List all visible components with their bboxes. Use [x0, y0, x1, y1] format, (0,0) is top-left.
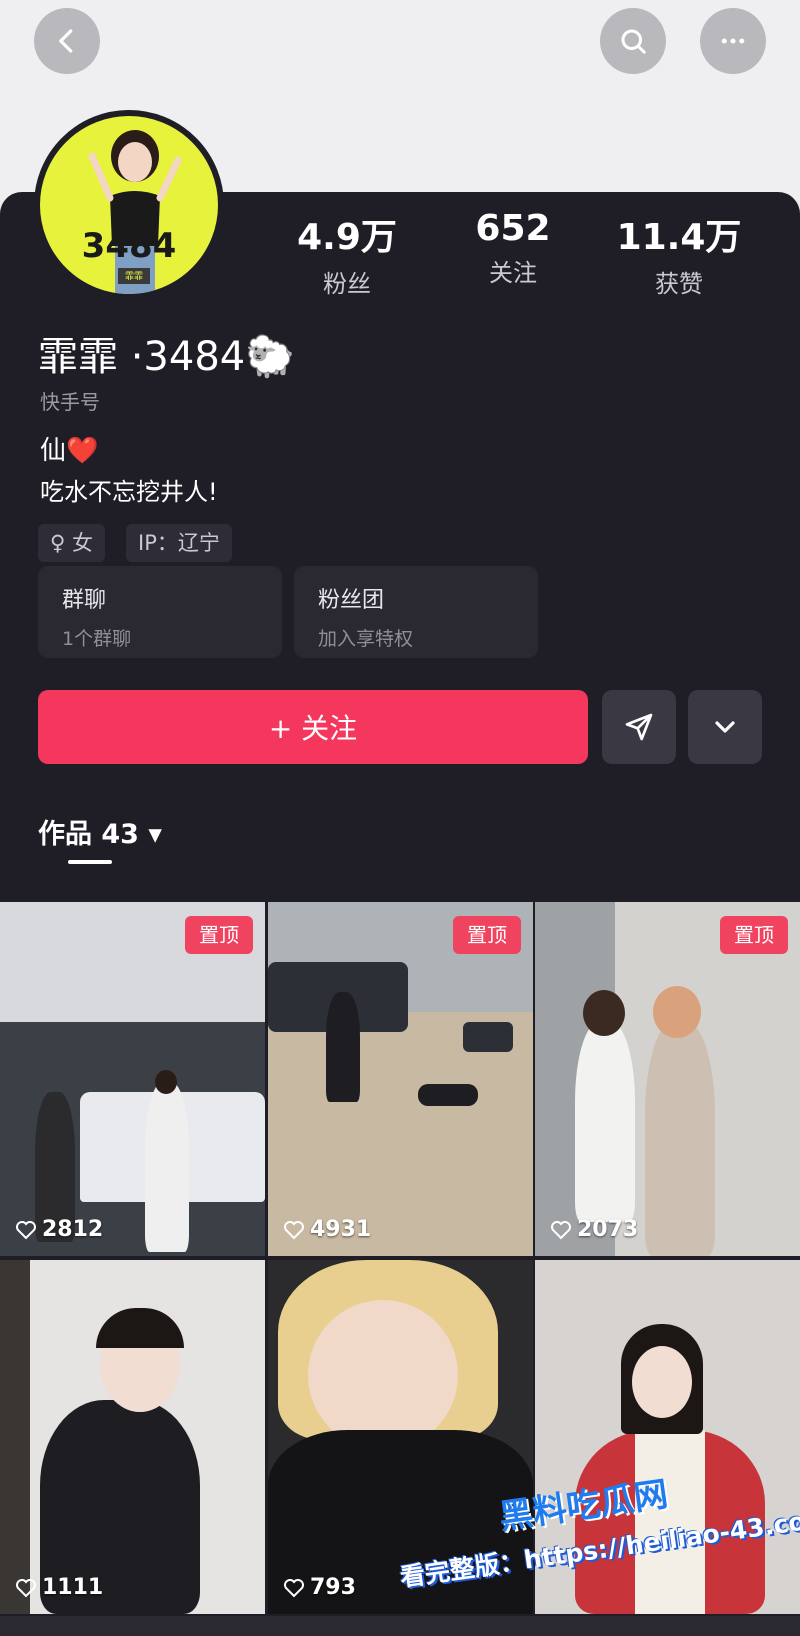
chevron-left-icon [59, 29, 73, 53]
group-chat-subtitle: 1个群聊 [62, 628, 132, 650]
bio-line-2: 吃水不忘挖井人! [40, 478, 218, 506]
followers-count: 4.9万 [297, 217, 397, 258]
like-count-value: 4931 [310, 1217, 372, 1242]
group-chat-title: 群聊 [62, 588, 107, 613]
chevron-down-icon [715, 721, 735, 733]
like-count: 793 [282, 1575, 356, 1600]
following-label: 关注 [489, 259, 537, 287]
work-tile[interactable]: 置顶 4931 [268, 902, 533, 1256]
fan-club-title: 粉丝团 [318, 588, 385, 613]
ip-location-chip: IP：辽宁 [126, 524, 232, 562]
heart-icon [284, 1578, 304, 1597]
group-chat-card[interactable]: 群聊 1个群聊 [38, 566, 282, 658]
pinned-badge: 置顶 [453, 916, 521, 954]
tab-works-indicator [68, 860, 112, 864]
like-count-value: 2812 [42, 1217, 104, 1242]
like-count-value: 2073 [577, 1217, 639, 1242]
tab-works[interactable]: 作品 43 ▾ [38, 812, 162, 851]
expand-button[interactable] [688, 690, 762, 764]
avatar[interactable]: 3484 霏霏 [34, 110, 224, 300]
like-count: 2073 [549, 1217, 638, 1242]
pinned-badge: 置顶 [185, 916, 253, 954]
fan-club-card[interactable]: 粉丝团 加入享特权 [294, 566, 538, 658]
follow-button[interactable]: + 关注 [38, 690, 588, 764]
bio-line-1: 仙❤️ [40, 436, 99, 466]
gender-chip: ♀ 女 [38, 524, 106, 562]
heart-icon [551, 1220, 571, 1239]
next-row-strip [0, 1616, 800, 1636]
work-tile[interactable]: 置顶 2812 [0, 902, 265, 1256]
more-button[interactable] [700, 8, 766, 74]
heart-icon [284, 1220, 304, 1239]
avatar-number: 3484 [81, 226, 177, 266]
more-horizontal-icon [721, 38, 745, 44]
following-stat[interactable]: 652 关注 [448, 208, 578, 288]
work-tile[interactable]: 1111 [0, 1260, 265, 1614]
followers-label: 粉丝 [323, 270, 371, 298]
heart-icon [16, 1578, 36, 1597]
like-count: 2812 [14, 1217, 103, 1242]
user-id-label: 快手号 [40, 390, 100, 414]
back-button[interactable] [34, 8, 100, 74]
like-count-value: 1111 [42, 1575, 104, 1600]
share-button[interactable] [602, 690, 676, 764]
search-button[interactable] [600, 8, 666, 74]
send-icon [625, 713, 653, 741]
heart-icon [16, 1220, 36, 1239]
like-count-value: 793 [310, 1575, 356, 1600]
profile-name: 霏霏 ·3484🐑 [38, 334, 296, 380]
followers-stat[interactable]: 4.9万 粉丝 [282, 208, 412, 299]
avatar-tag: 霏霏 [118, 268, 150, 284]
fan-club-subtitle: 加入享特权 [318, 628, 414, 650]
likes-count: 11.4万 [616, 217, 742, 258]
work-tile[interactable]: 置顶 2073 [535, 902, 800, 1256]
likes-label: 获赞 [655, 270, 703, 298]
likes-stat[interactable]: 11.4万 获赞 [614, 208, 744, 299]
search-icon [621, 29, 646, 54]
pinned-badge: 置顶 [720, 916, 788, 954]
following-count: 652 [475, 208, 551, 249]
like-count: 1111 [14, 1575, 103, 1600]
like-count: 4931 [282, 1217, 371, 1242]
